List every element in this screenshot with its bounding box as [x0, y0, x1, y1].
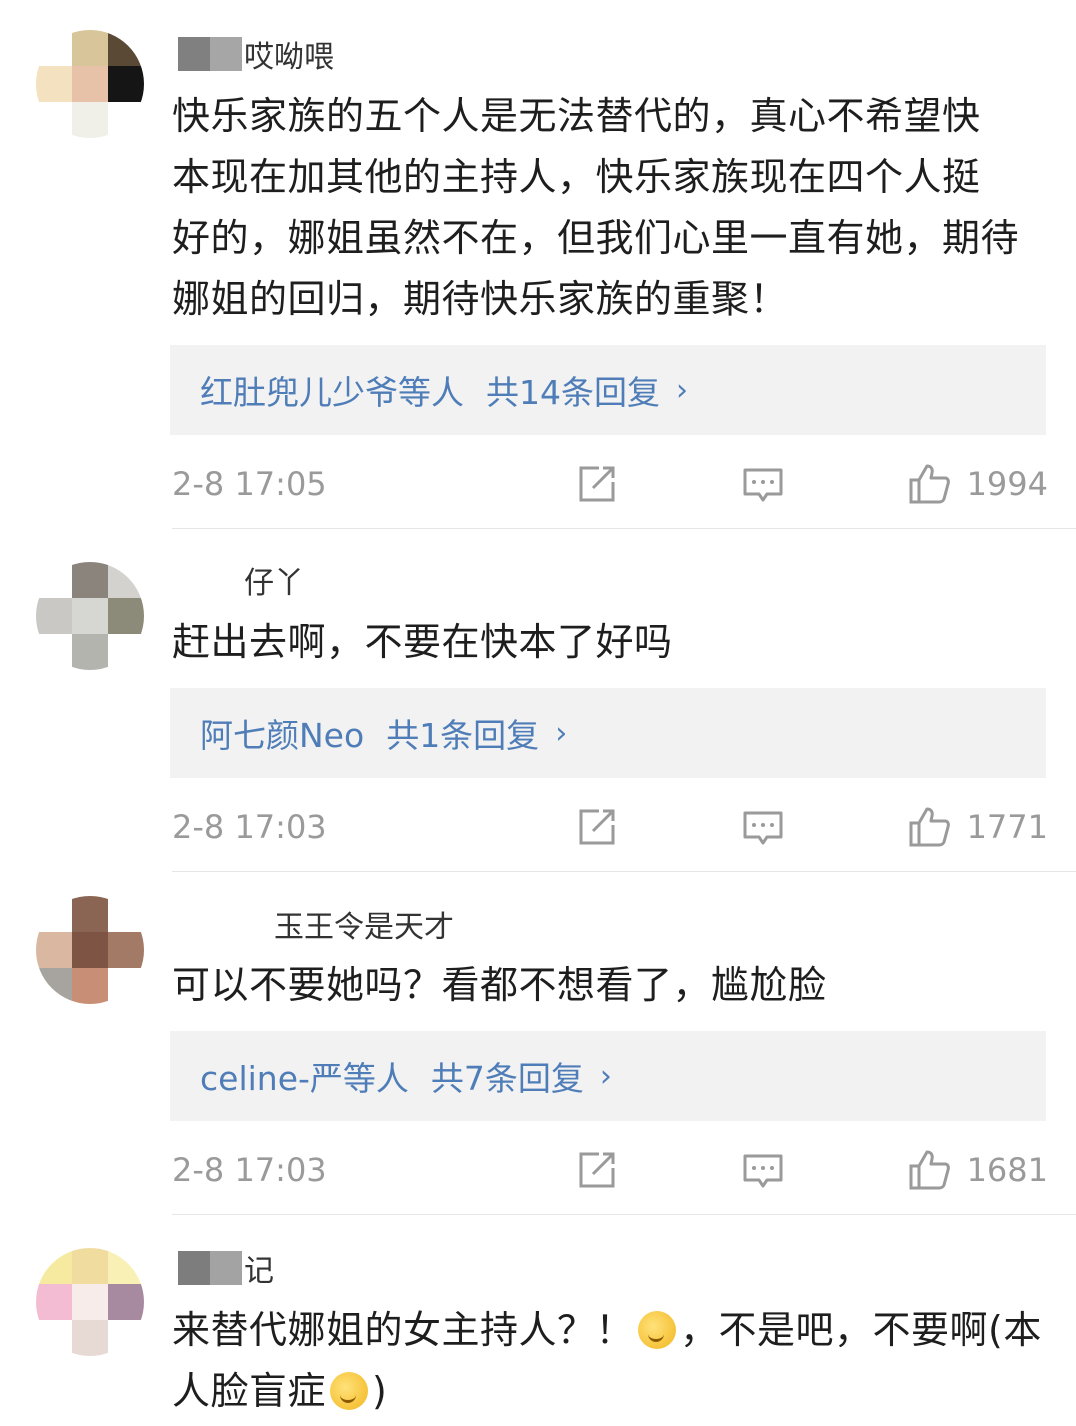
- comment-segment: ): [372, 1369, 388, 1413]
- username[interactable]: 记: [178, 1248, 274, 1289]
- reply-names: 阿七颜Neo: [200, 716, 365, 755]
- username-text: 哎呦喂: [244, 40, 334, 75]
- comment-text: 赶出去啊，不要在快本了好吗: [172, 612, 1052, 673]
- avatar[interactable]: [36, 896, 144, 1004]
- like-count: 1681: [966, 1151, 1048, 1189]
- divider: [172, 528, 1076, 529]
- comment-segment: 来替代娜姐的女主持人？！: [172, 1308, 635, 1352]
- comment-segment: 人脸盲症: [172, 1369, 327, 1413]
- comment-line: 快乐家族的五个人是无法替代的，真心不希望快: [172, 94, 981, 138]
- replies-link[interactable]: 阿七颜Neo 共1条回复 ›: [170, 688, 1046, 778]
- comment-text: 快乐家族的五个人是无法替代的，真心不希望快 本现在加其他的主持人，快乐家族现在四…: [172, 86, 1052, 330]
- username-mosaic: [178, 37, 242, 71]
- share-icon[interactable]: [575, 462, 619, 506]
- timestamp: 2-8 17:05: [172, 465, 327, 503]
- shush-emoji-icon: [638, 1311, 677, 1349]
- comment-text: 可以不要她吗？看都不想看了，尴尬脸: [172, 955, 1052, 1016]
- comment-line: 可以不要她吗？看都不想看了，尴尬脸: [172, 963, 827, 1007]
- username[interactable]: 玉王令是天才: [178, 904, 454, 945]
- comment-line: 好的，娜姐虽然不在，但我们心里一直有她，期待: [172, 216, 1020, 260]
- avatar[interactable]: [36, 1248, 144, 1356]
- chevron-right-icon: ›: [599, 1058, 612, 1094]
- username-text: 玉王令是天才: [274, 910, 454, 945]
- chevron-right-icon: ›: [555, 715, 568, 751]
- reply-count: 共7条回复: [430, 1059, 584, 1098]
- reply-names: 红肚兜儿少爷等人: [200, 373, 464, 412]
- like-icon[interactable]: [907, 462, 951, 506]
- chevron-right-icon: ›: [676, 372, 688, 408]
- username-mosaic: [178, 907, 272, 941]
- comment-meta: 2-8 17:03 1771: [172, 803, 1048, 851]
- share-icon[interactable]: [575, 805, 619, 849]
- avatar[interactable]: [36, 30, 144, 138]
- timestamp: 2-8 17:03: [172, 1151, 327, 1189]
- share-icon[interactable]: [575, 1148, 619, 1192]
- comment-line: 赶出去啊，不要在快本了好吗: [172, 620, 673, 664]
- comment-meta: 2-8 17:05 1994: [172, 460, 1048, 508]
- comment-line: 本现在加其他的主持人，快乐家族现在四个人挺: [172, 155, 981, 199]
- comment-meta: 2-8 17:03 1681: [172, 1146, 1048, 1194]
- username-mosaic: [178, 1251, 242, 1285]
- like-icon[interactable]: [907, 805, 951, 849]
- reply-names: celine-严等人: [200, 1059, 409, 1098]
- reply-count: 共14条回复: [486, 373, 660, 412]
- divider: [172, 871, 1076, 872]
- laugh-cry-emoji-icon: [330, 1372, 369, 1410]
- username[interactable]: 哎呦喂: [178, 34, 334, 75]
- comment-line: 来替代娜姐的女主持人？！ ，不是吧，不要啊(本: [172, 1300, 1052, 1361]
- comment-icon[interactable]: [741, 805, 785, 849]
- comment-icon[interactable]: [741, 462, 785, 506]
- comment-icon[interactable]: [741, 1148, 785, 1192]
- divider: [172, 1214, 1076, 1215]
- username-mosaic: [178, 563, 242, 597]
- timestamp: 2-8 17:03: [172, 808, 327, 846]
- replies-link[interactable]: 红肚兜儿少爷等人 共14条回复 ›: [170, 345, 1046, 435]
- replies-link[interactable]: celine-严等人 共7条回复 ›: [170, 1031, 1046, 1121]
- like-count: 1994: [966, 465, 1048, 503]
- username-text: 仔丫: [244, 566, 304, 601]
- like-count: 1771: [966, 808, 1048, 846]
- comment-line: 娜姐的回归，期待快乐家族的重聚！: [172, 277, 789, 321]
- comment-line: 人脸盲症): [172, 1361, 1052, 1422]
- like-icon[interactable]: [907, 1148, 951, 1192]
- avatar[interactable]: [36, 562, 144, 670]
- username-text: 记: [244, 1254, 274, 1289]
- comment-text: 来替代娜姐的女主持人？！ ，不是吧，不要啊(本 人脸盲症): [172, 1300, 1052, 1422]
- username[interactable]: 仔丫: [178, 560, 304, 601]
- reply-count: 共1条回复: [386, 716, 540, 755]
- comment-segment: ，不是吧，不要啊(本: [680, 1308, 1042, 1352]
